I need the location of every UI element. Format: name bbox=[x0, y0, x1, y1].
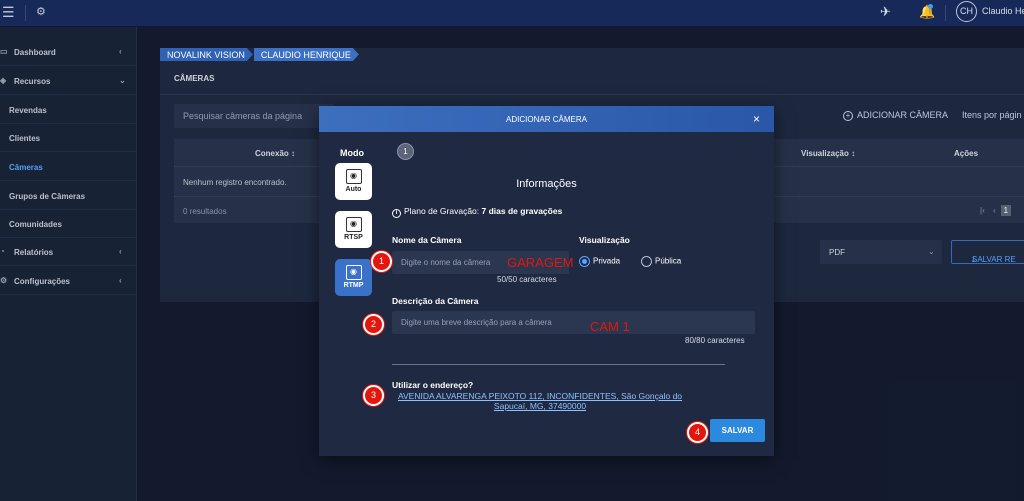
radio-label: Privada bbox=[593, 256, 621, 266]
camera-description-input[interactable]: Digite uma breve descrição para a câmera bbox=[392, 311, 755, 334]
camera-name-placeholder: Digite o nome da câmera bbox=[401, 258, 491, 267]
camera-description-label: Descrição da Câmera bbox=[392, 296, 479, 306]
camera-rtsp-icon: ◉ bbox=[345, 217, 362, 232]
handwritten-description-annotation: CAM 1 bbox=[590, 319, 630, 334]
visibility-private-radio[interactable]: Privada bbox=[579, 256, 620, 267]
modal-title: ADICIONAR CÂMERA bbox=[506, 115, 587, 124]
modal-header: ADICIONAR CÂMERA × bbox=[319, 106, 774, 132]
mode-rtsp-button[interactable]: ◉ RTSP bbox=[335, 211, 372, 248]
address-link[interactable]: AVENIDA ALVARENGA PEIXOTO 112, INCONFIDE… bbox=[395, 391, 685, 411]
camera-name-label: Nome da Câmera bbox=[392, 235, 462, 245]
annotation-marker: 1 bbox=[371, 251, 392, 272]
info-icon: i bbox=[392, 209, 401, 218]
section-title: Informações bbox=[516, 178, 577, 190]
radio-empty-icon bbox=[641, 256, 652, 267]
breadcrumb-item[interactable]: NOVALINK VISION bbox=[160, 48, 253, 61]
step-indicator: 1 bbox=[397, 143, 414, 160]
annotation-marker: 3 bbox=[363, 385, 384, 406]
radio-selected-icon bbox=[579, 256, 590, 267]
camera-name-counter: 50/50 caracteres bbox=[497, 275, 557, 284]
mode-rtmp-button[interactable]: ◉ RTMP bbox=[335, 259, 372, 296]
plan-value: 7 dias de gravações bbox=[481, 206, 563, 216]
save-button[interactable]: SALVAR bbox=[710, 419, 765, 442]
divider bbox=[392, 364, 725, 365]
visibility-label: Visualização bbox=[579, 235, 630, 245]
mode-name: RTMP bbox=[343, 282, 364, 289]
camera-description-placeholder: Digite uma breve descrição para a câmera bbox=[401, 318, 552, 327]
radio-label: Pública bbox=[655, 256, 682, 266]
add-camera-modal: ADICIONAR CÂMERA × Modo ◉ Auto ◉ RTSP ◉ … bbox=[319, 106, 774, 456]
camera-description-counter: 80/80 caracteres bbox=[685, 336, 745, 345]
handwritten-name-annotation: GARAGEM bbox=[507, 255, 574, 270]
visibility-public-radio[interactable]: Pública bbox=[641, 256, 681, 267]
mode-name: RTSP bbox=[344, 234, 363, 241]
breadcrumb: NOVALINK VISION CLAUDIO HENRIQUE bbox=[160, 48, 360, 61]
plan-prefix: Plano de Gravação: bbox=[404, 206, 480, 216]
mode-label: Modo bbox=[340, 148, 364, 158]
annotation-marker: 4 bbox=[687, 422, 708, 443]
breadcrumb-item[interactable]: CLAUDIO HENRIQUE bbox=[254, 48, 359, 61]
annotation-marker: 2 bbox=[363, 314, 384, 335]
close-icon[interactable]: × bbox=[753, 112, 760, 126]
use-address-label: Utilizar o endereço? bbox=[392, 380, 474, 390]
recording-plan: i Plano de Gravação: 7 dias de gravações bbox=[392, 206, 562, 218]
camera-rtmp-icon: ◉ bbox=[345, 265, 362, 280]
